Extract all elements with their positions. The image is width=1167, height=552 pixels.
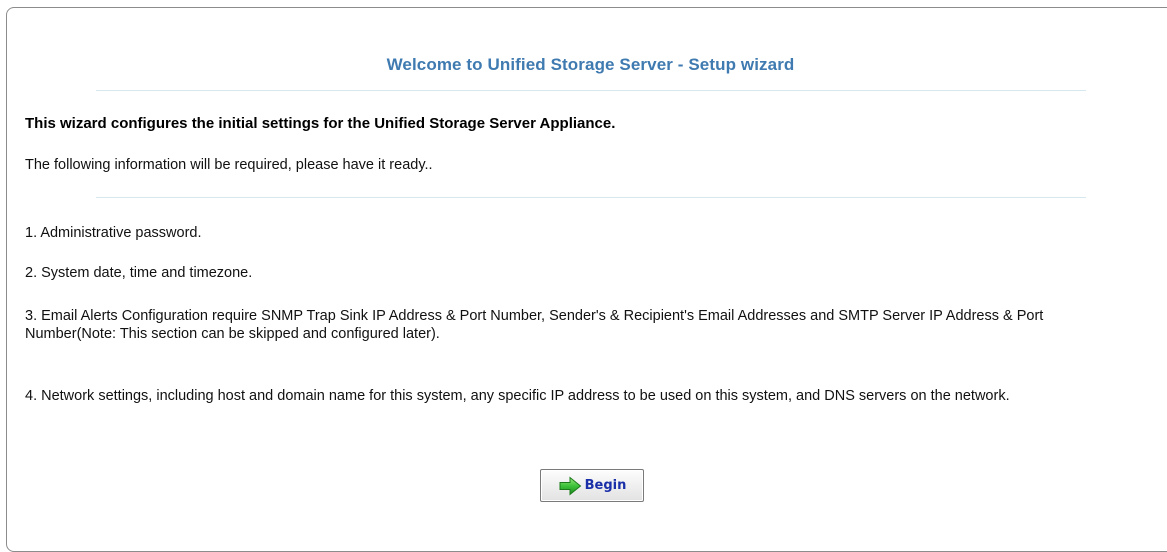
requirement-item-email-alerts: 3. Email Alerts Configuration require SN…	[25, 308, 1044, 342]
wizard-lead-text: This wizard configures the initial setti…	[25, 115, 616, 132]
requirement-item-password: 1. Administrative password.	[25, 225, 202, 241]
info-divider	[96, 197, 1086, 198]
requirement-item-datetime: 2. System date, time and timezone.	[25, 265, 253, 281]
wizard-title: Welcome to Unified Storage Server - Setu…	[386, 55, 795, 74]
begin-button[interactable]: Begin	[540, 469, 644, 502]
green-arrow-right-icon	[558, 475, 582, 496]
title-divider	[96, 90, 1086, 91]
required-info-note: The following information will be requir…	[25, 157, 433, 173]
requirement-item-network: 4. Network settings, including host and …	[25, 388, 1010, 404]
begin-button-label: Begin	[584, 478, 627, 493]
